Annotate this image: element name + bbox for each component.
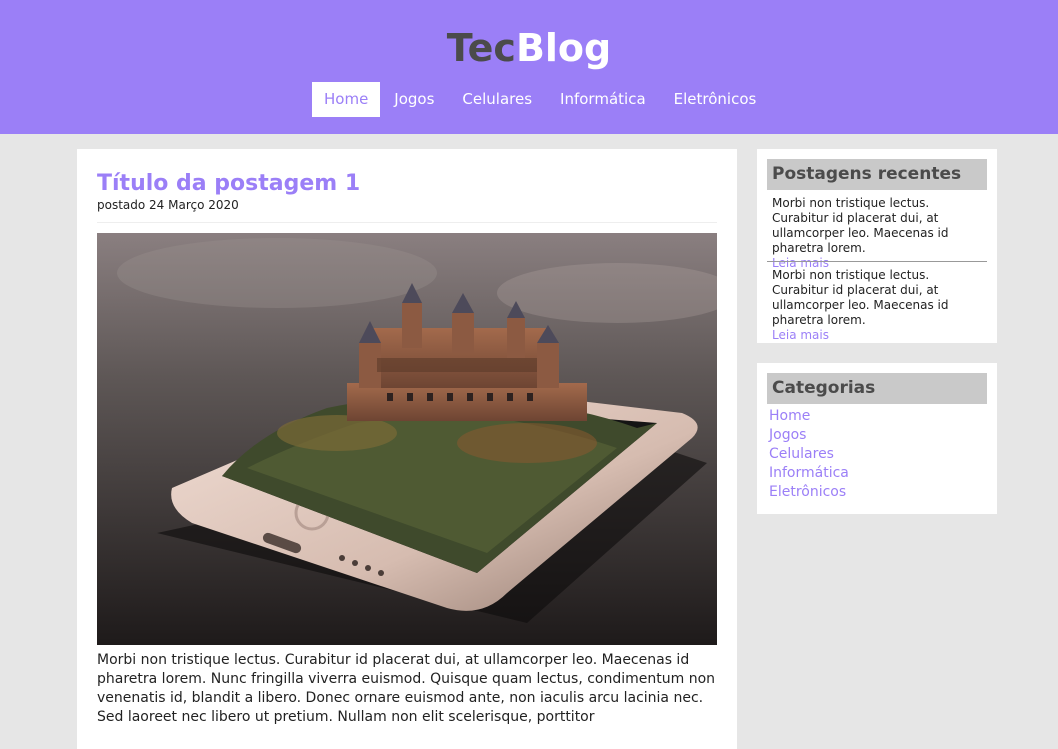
site-header: TecBlog Home Jogos Celulares Informática… bbox=[0, 0, 1058, 134]
nav-item-celulares[interactable]: Celulares bbox=[448, 82, 546, 117]
recent-post-item: Morbi non tristique lectus. Curabitur id… bbox=[767, 268, 987, 343]
category-link-celulares[interactable]: Celulares bbox=[769, 445, 849, 464]
categories-list: Home Jogos Celulares Informática Eletrôn… bbox=[769, 407, 849, 502]
nav-item-informatica[interactable]: Informática bbox=[546, 82, 660, 117]
nav-item-jogos[interactable]: Jogos bbox=[380, 82, 448, 117]
logo-part-blog: Blog bbox=[515, 26, 612, 70]
post-title[interactable]: Título da postagem 1 bbox=[97, 170, 360, 198]
categories-widget: Categorias Home Jogos Celulares Informát… bbox=[757, 363, 997, 514]
post-date: postado 24 Março 2020 bbox=[97, 198, 239, 212]
site-logo[interactable]: TecBlog bbox=[0, 25, 1058, 71]
categories-title: Categorias bbox=[767, 373, 987, 404]
category-link-eletronicos[interactable]: Eletrônicos bbox=[769, 483, 849, 502]
post-divider bbox=[97, 222, 717, 223]
nav-item-eletronicos[interactable]: Eletrônicos bbox=[660, 82, 771, 117]
main-nav: Home Jogos Celulares Informática Eletrôn… bbox=[312, 82, 770, 117]
post-body: Morbi non tristique lectus. Curabitur id… bbox=[97, 652, 716, 725]
recent-post-item: Morbi non tristique lectus. Curabitur id… bbox=[767, 196, 987, 271]
read-more-link[interactable]: Leia mais bbox=[772, 328, 987, 343]
nav-item-home[interactable]: Home bbox=[312, 82, 381, 117]
blog-post: Título da postagem 1 postado 24 Março 20… bbox=[77, 149, 737, 749]
recent-post-excerpt: Morbi non tristique lectus. Curabitur id… bbox=[772, 268, 949, 327]
castle-on-phone-illustration bbox=[97, 233, 717, 645]
category-link-jogos[interactable]: Jogos bbox=[769, 426, 849, 445]
post-image bbox=[97, 233, 717, 645]
recent-posts-widget: Postagens recentes Morbi non tristique l… bbox=[757, 149, 997, 343]
recent-posts-title: Postagens recentes bbox=[767, 159, 987, 190]
logo-part-tec: Tec bbox=[446, 26, 516, 70]
category-link-home[interactable]: Home bbox=[769, 407, 849, 426]
recent-posts-divider bbox=[767, 261, 987, 262]
recent-post-excerpt: Morbi non tristique lectus. Curabitur id… bbox=[772, 196, 949, 255]
category-link-informatica[interactable]: Informática bbox=[769, 464, 849, 483]
